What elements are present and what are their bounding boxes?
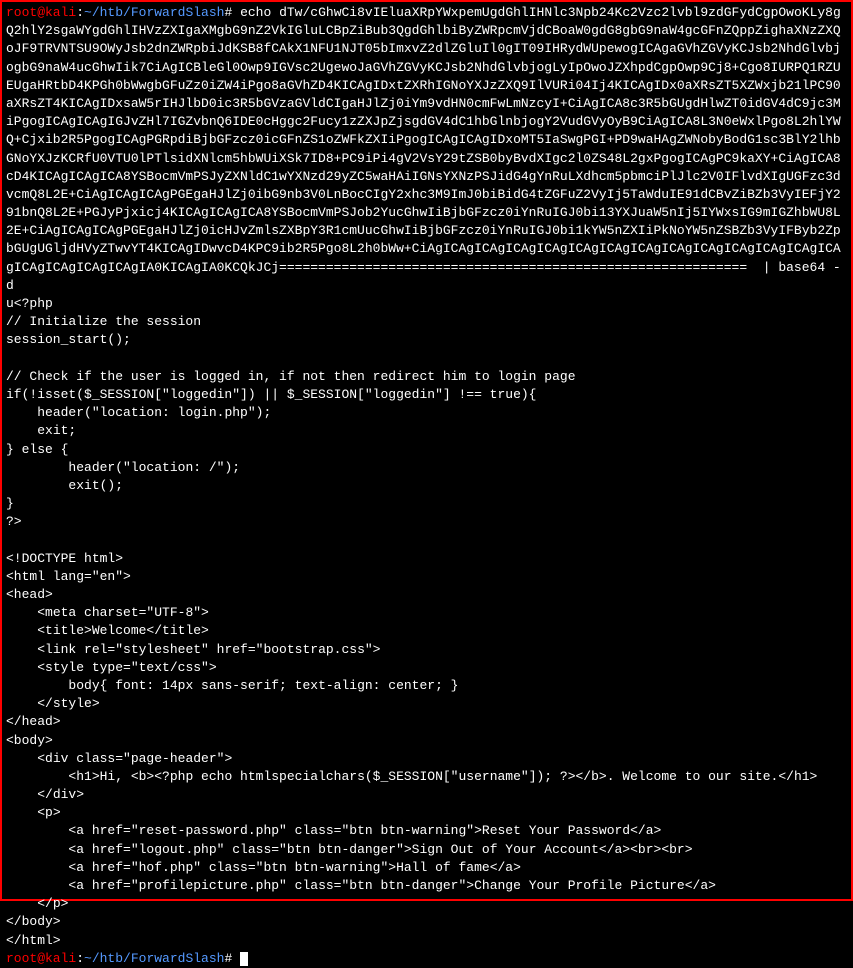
prompt-user-2: root@kali — [6, 951, 76, 966]
command-text[interactable]: echo dTw/cGhwCi8vIEluaXRpYWxpemUgdGhlIHN… — [6, 5, 841, 293]
prompt-line-2: root@kali:~/htb/ForwardSlash# — [6, 951, 240, 966]
prompt-line-1: root@kali:~/htb/ForwardSlash# — [6, 5, 240, 20]
prompt-suffix: # — [224, 5, 240, 20]
prompt-sep-1: : — [76, 5, 84, 20]
prompt-suffix-2: # — [224, 951, 240, 966]
cursor[interactable] — [240, 952, 248, 966]
output-block: u<?php // Initialize the session session… — [6, 296, 817, 948]
prompt-user: root@kali — [6, 5, 76, 20]
prompt-sep-2: : — [76, 951, 84, 966]
prompt-path: ~/htb/ForwardSlash — [84, 5, 224, 20]
prompt-path-2: ~/htb/ForwardSlash — [84, 951, 224, 966]
